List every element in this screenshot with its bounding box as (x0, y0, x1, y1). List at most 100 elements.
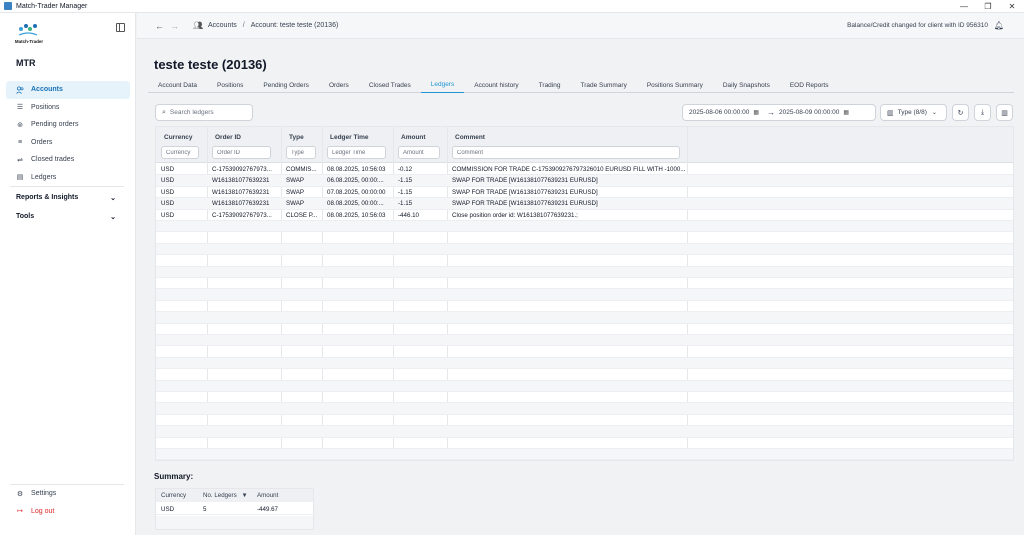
summary-col-amount[interactable]: Amount (252, 489, 278, 502)
tab-trade-summary[interactable]: Trade Summary (570, 77, 636, 93)
sidebar-section-reports[interactable]: Reports & Insights ⌄ (16, 194, 116, 202)
amount-filter-input[interactable] (398, 146, 440, 159)
summary-row: USD 5 -449.67 (156, 503, 313, 515)
sidebar-item-accounts[interactable]: Accounts (6, 81, 130, 99)
column-header-order-id[interactable]: Order ID (207, 127, 281, 163)
section-label: Reports & Insights (16, 194, 79, 201)
date-arrow: → (767, 108, 776, 117)
column-header-comment[interactable]: Comment (447, 127, 687, 163)
cell-type: CLOSE P... (286, 211, 318, 219)
cell-ledger-time: 08.08.2025, 10:56:03 (327, 211, 386, 219)
logo-mark-icon (18, 24, 38, 36)
tab-closed-trades[interactable]: Closed Trades (359, 77, 421, 93)
sidebar-item-logout[interactable]: ↦ Log out (6, 503, 130, 521)
cell-comment: SWAP FOR TRADE [W161381077639231 EURUSD] (452, 200, 598, 208)
table-row[interactable]: USD W161381077639231 SWAP 07.08.2025, 00:00… (156, 187, 1013, 199)
table-row-empty (156, 266, 1013, 278)
cell-comment: Close position order id: W16138107763923… (452, 211, 578, 219)
sidebar-collapse-icon[interactable] (116, 23, 125, 32)
table-row[interactable]: USD C-17539092767973... CLOSE P... 08.08.20… (156, 210, 1013, 221)
tab-positions-summary[interactable]: Positions Summary (637, 77, 713, 93)
summary-col-label: No. Ledgers (203, 492, 237, 499)
users-icon (16, 86, 24, 94)
sidebar-item-label: Accounts (31, 86, 63, 94)
sidebar-section-tools[interactable]: Tools ⌄ (16, 213, 116, 221)
search-input[interactable] (169, 109, 248, 116)
refresh-button[interactable]: ↻ (952, 104, 969, 121)
table-row-empty (156, 335, 1013, 347)
date-range-picker[interactable]: 2025-08-06 00:00:00 ▦ → 2025-08-09 00:00… (682, 104, 876, 121)
table-row-empty (156, 232, 1013, 244)
tab-daily-snapshots[interactable]: Daily Snapshots (713, 77, 780, 93)
sidebar-item-orders[interactable]: ≡ Orders (6, 134, 130, 152)
bell-icon[interactable]: 🔔︎ (994, 21, 1004, 30)
tab-trading[interactable]: Trading (529, 77, 571, 93)
cell-type: COMMIS... (286, 166, 317, 173)
date-from[interactable]: 2025-08-06 00:00:00 (689, 109, 749, 116)
column-header-ledger-time[interactable]: Ledger Time (322, 127, 393, 163)
currency-filter-input[interactable] (161, 146, 199, 159)
download-icon: ⤓ (980, 108, 985, 116)
column-header-type[interactable]: Type (281, 127, 322, 163)
ledger-time-filter-input[interactable] (327, 146, 386, 159)
tab-pending-orders[interactable]: Pending Orders (253, 77, 319, 93)
summary-col-currency[interactable]: Currency (156, 489, 186, 502)
cell-order-id: W161381077639231 (212, 177, 270, 185)
sidebar-item-closed-trades[interactable]: ⇌ Closed trades (6, 151, 130, 169)
minimize-button[interactable]: — (952, 0, 976, 13)
table-row-empty (156, 415, 1013, 427)
cell-order-id: C-17539092767973... (212, 211, 272, 219)
breadcrumb-accounts[interactable]: Accounts (208, 22, 237, 29)
close-button[interactable]: ✕ (1000, 0, 1024, 13)
table-row[interactable]: USD C-17539092767973... COMMIS... 08.08.202… (156, 164, 1013, 176)
sidebar-item-settings[interactable]: ⚙ Settings (6, 485, 130, 503)
tab-orders[interactable]: Orders (319, 77, 359, 93)
order-id-filter-input[interactable] (212, 146, 271, 159)
sidebar-item-pending-orders[interactable]: ⊚ Pending orders (6, 116, 130, 134)
type-filter-input[interactable] (286, 146, 316, 159)
comment-filter-input[interactable] (452, 146, 680, 159)
summary-title: Summary: (154, 472, 194, 481)
cell-amount: -0.12 (398, 166, 413, 173)
tab-positions[interactable]: Positions (207, 77, 253, 93)
chevron-down-icon: ⌄ (110, 195, 116, 202)
sidebar-item-ledgers[interactable]: ▤ Ledgers (6, 169, 130, 187)
cell-currency: USD (161, 211, 175, 219)
sidebar-item-label: Positions (31, 103, 60, 111)
gear-icon: ⚙ (16, 490, 24, 498)
tab-ledgers[interactable]: Ledgers (420, 77, 465, 93)
tab-eod-reports[interactable]: EOD Reports (780, 77, 839, 93)
sidebar-item-positions[interactable]: ☰ Positions (6, 99, 130, 117)
date-to[interactable]: 2025-08-09 00:00:00 (779, 109, 839, 116)
account-tabs: Account Data Positions Pending Orders Or… (148, 77, 1014, 93)
download-button[interactable]: ⤓ (974, 104, 991, 121)
columns-button[interactable]: ▥ (996, 104, 1013, 121)
column-header-amount[interactable]: Amount (393, 127, 447, 163)
maximize-button[interactable]: ❐ (976, 0, 1000, 13)
cell-comment: SWAP FOR TRADE [W161381077639231 EURUSD] (452, 188, 598, 196)
notification-text: Balance/Credit changed for client with I… (847, 22, 988, 29)
column-header-currency[interactable]: Currency (156, 127, 207, 163)
tab-account-history[interactable]: Account history (464, 77, 528, 93)
table-row-empty (156, 289, 1013, 301)
table-row-empty (156, 426, 1013, 438)
window-controls: — ❐ ✕ (952, 0, 1024, 13)
cell-order-id: W161381077639231 (212, 200, 270, 208)
table-row[interactable]: USD W161381077639231 SWAP 08.08.2025, 00:00… (156, 198, 1013, 210)
cell-type: SWAP (286, 177, 304, 185)
breadcrumb-separator: / (242, 22, 245, 29)
summary-col-ledgers[interactable]: No. Ledgers ▼ (198, 489, 248, 502)
tab-account-data[interactable]: Account Data (148, 77, 207, 93)
refresh-icon: ↻ (957, 109, 964, 117)
type-filter-dropdown[interactable]: ▥ Type (8/8) ⌄ (880, 104, 947, 121)
list-icon: ☰ (16, 104, 24, 112)
cell-currency: USD (161, 177, 175, 185)
cell-order-id: C-17539092767973... (212, 166, 272, 173)
cell-amount: -1.15 (398, 200, 413, 208)
back-arrow-icon[interactable]: ← (155, 21, 164, 31)
columns-icon: ▥ (1001, 109, 1008, 117)
table-row-empty (156, 243, 1013, 256)
section-label: Tools (16, 213, 35, 220)
table-row[interactable]: USD W161381077639231 SWAP 06.08.2025, 00:00… (156, 175, 1013, 187)
forward-arrow-icon[interactable]: → (170, 21, 179, 31)
